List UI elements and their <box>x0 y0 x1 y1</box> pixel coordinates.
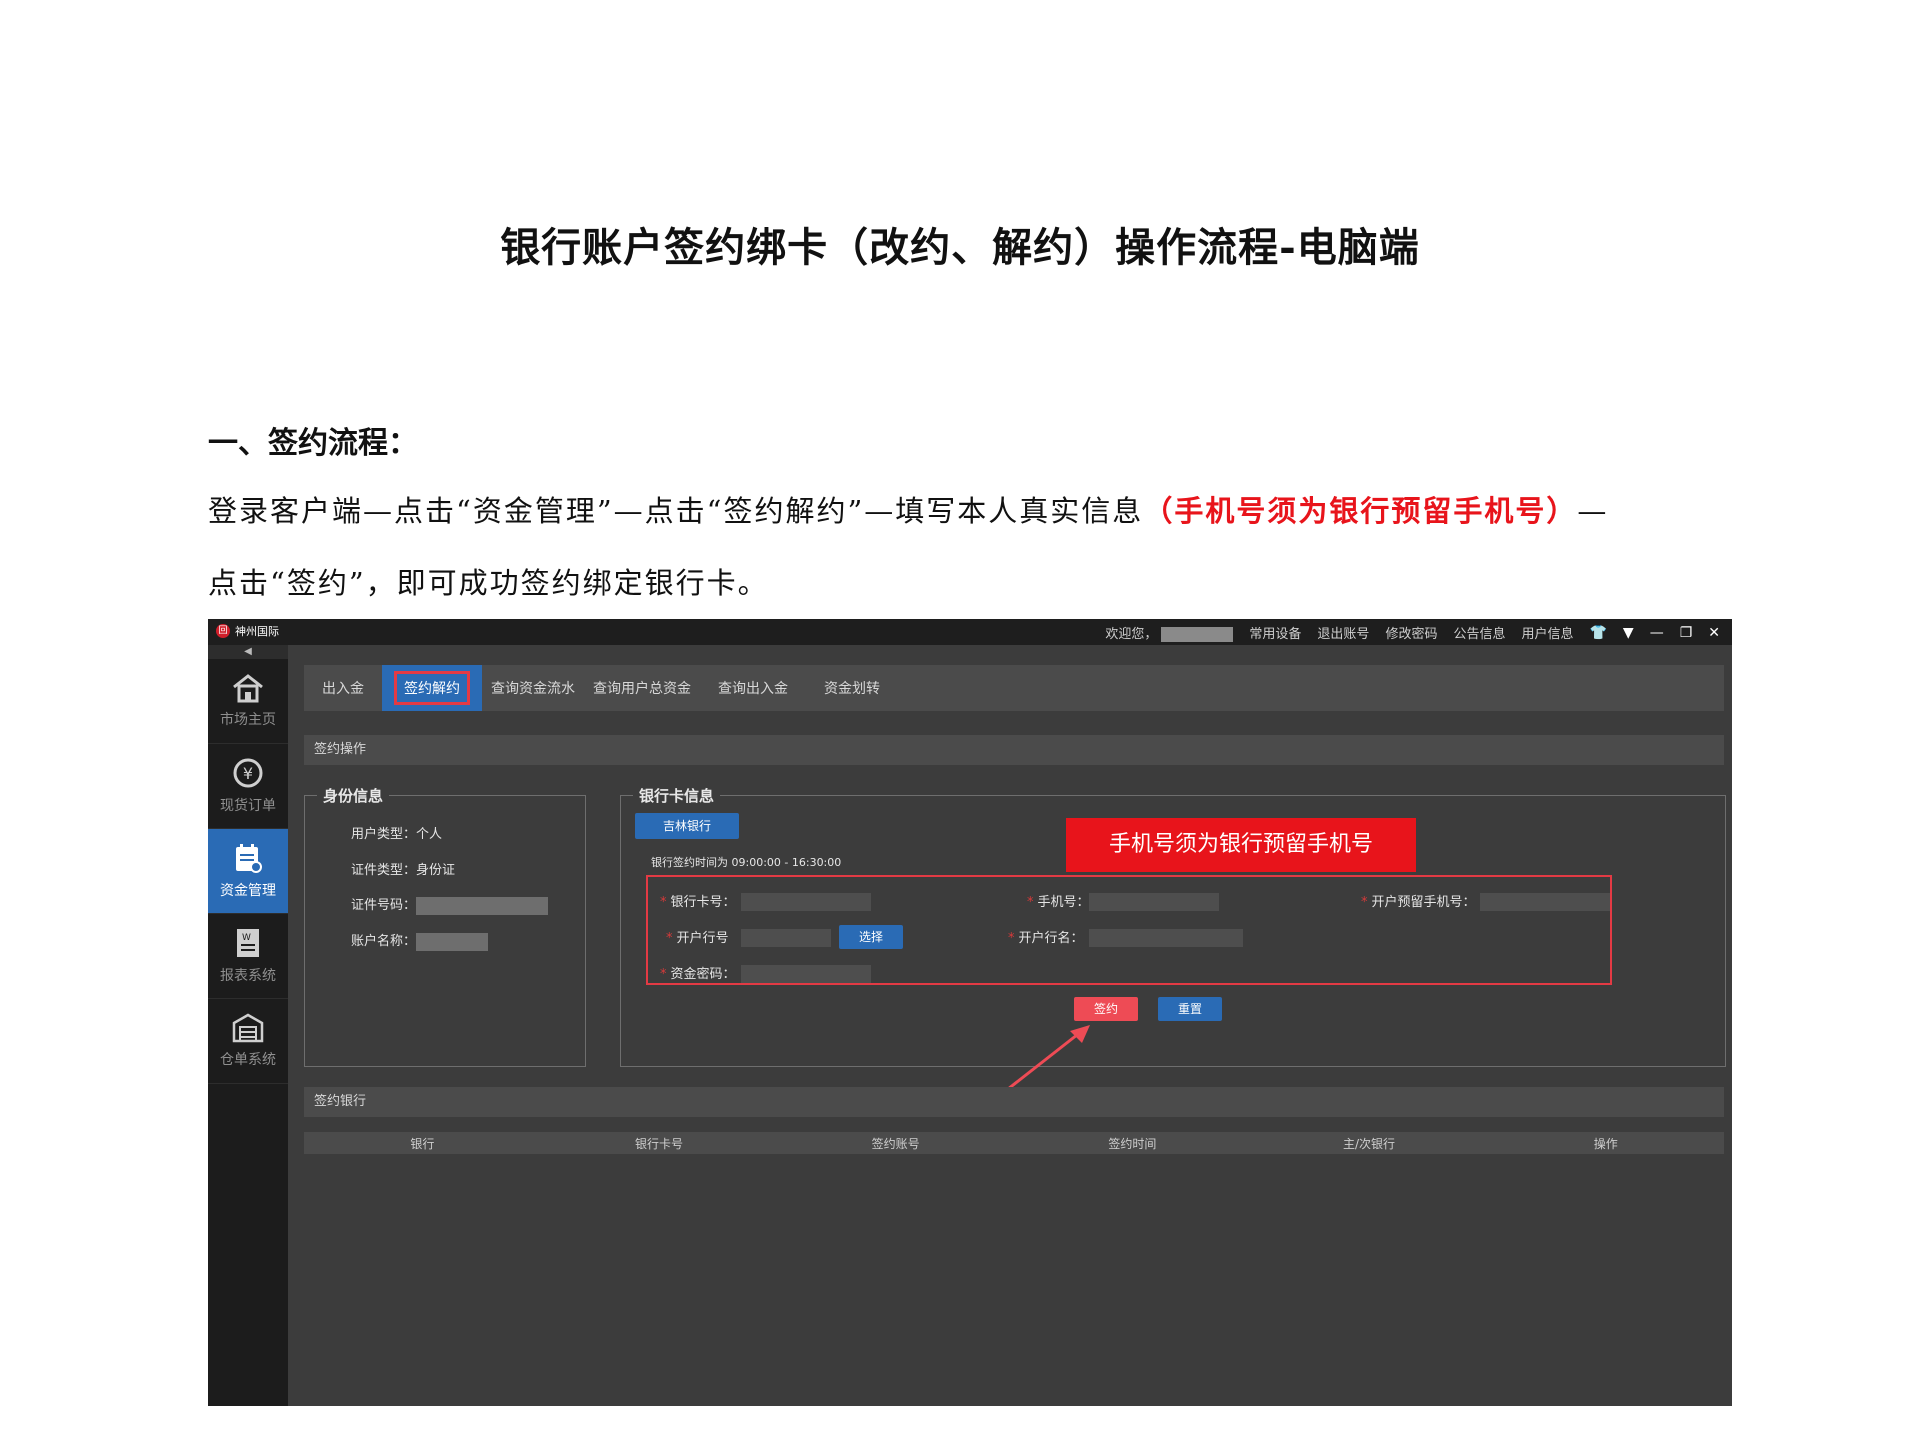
sign-panel-header: 签约操作 <box>304 735 1724 765</box>
brand: 回 神州国际 <box>216 623 279 639</box>
section-heading: 一、签约流程： <box>208 426 418 461</box>
svg-text:¥: ¥ <box>243 764 253 783</box>
card-no-input[interactable] <box>741 893 871 911</box>
link-common-devices[interactable]: 常用设备 <box>1249 623 1301 642</box>
user-type-row: 用户类型：个人 <box>351 827 443 842</box>
instruction-dash: — <box>1577 494 1609 528</box>
tab-sign[interactable]: 签约解约 <box>382 665 482 711</box>
instruction-text: 登录客户端—点击“资金管理”—点击“签约解约”—填写本人真实信息 <box>208 494 1144 528</box>
account-name-mask <box>416 932 489 951</box>
instruction-warning: （手机号须为银行预留手机号） <box>1143 494 1578 528</box>
collapse-arrow-icon[interactable]: ◀ <box>208 645 288 659</box>
window-controls: 👕 ▼ — ❐ ✕ <box>1589 625 1720 641</box>
link-user-info[interactable]: 用户信息 <box>1521 623 1573 642</box>
yen-icon: ¥ <box>232 757 264 789</box>
phone-label: * 手机号： <box>1027 895 1090 910</box>
document-title: 银行账户签约绑卡（改约、解约）操作流程-电脑端 <box>500 224 1420 271</box>
phone-warning-callout: 手机号须为银行预留手机号 <box>1066 818 1416 872</box>
fund-password-label: * 资金密码： <box>660 967 736 982</box>
branch-name-input[interactable] <box>1089 929 1243 947</box>
warehouse-icon <box>232 1013 264 1043</box>
select-branch-button[interactable]: 选择 <box>839 925 903 949</box>
instruction-line-2: 点击“签约”，即可成功签约绑定银行卡。 <box>208 566 769 600</box>
tab-total-funds[interactable]: 查询用户总资金 <box>584 665 700 711</box>
sidebar-item-label: 仓单系统 <box>220 1052 276 1068</box>
reserved-phone-input[interactable] <box>1480 893 1610 911</box>
reset-button[interactable]: 重置 <box>1158 997 1222 1021</box>
bank-select-button[interactable]: 吉林银行 <box>635 813 739 839</box>
signed-banks-header: 签约银行 <box>304 1087 1724 1117</box>
brand-logo-icon: 回 <box>216 624 230 638</box>
sign-time-note: 银行签约时间为 09:00:00 - 16:30:00 <box>651 856 842 869</box>
username-mask <box>1161 627 1234 642</box>
home-icon <box>231 673 265 703</box>
identity-legend: 身份信息 <box>317 785 390 806</box>
sidebar-item-market[interactable]: 市场主页 <box>208 659 288 744</box>
col-card-no: 银行卡号 <box>635 1136 684 1151</box>
branch-name-label: * 开户行名： <box>1008 931 1084 946</box>
bank-card-legend: 银行卡信息 <box>633 785 721 806</box>
brand-name: 神州国际 <box>235 625 279 638</box>
branch-no-input[interactable] <box>741 929 831 947</box>
cert-no-row: 证件号码： <box>351 894 549 915</box>
top-links: 欢迎您， 常用设备 退出账号 修改密码 公告信息 用户信息 👕 ▼ — ❐ ✕ <box>1105 623 1720 642</box>
tab-fund-flow[interactable]: 查询资金流水 <box>482 665 584 711</box>
skin-icon[interactable]: 👕 <box>1589 625 1606 641</box>
sidebar-item-orders[interactable]: ¥ 现货订单 <box>208 744 288 829</box>
tab-deposit-withdraw[interactable]: 出入金 <box>304 665 382 711</box>
col-actions: 操作 <box>1593 1136 1618 1151</box>
funds-main: 出入金 签约解约 查询资金流水 查询用户总资金 查询出入金 资金划转 <box>304 665 1724 711</box>
link-announcements[interactable]: 公告信息 <box>1453 623 1505 642</box>
title-bar: 回 神州国际 欢迎您， 常用设备 退出账号 修改密码 公告信息 用户信息 👕 ▼… <box>208 619 1732 645</box>
fund-password-input[interactable] <box>741 965 871 983</box>
identity-fieldset: 身份信息 用户类型：个人 证件类型：身份证 证件号码： 账户名称： <box>304 785 586 1067</box>
link-logout[interactable]: 退出账号 <box>1317 623 1369 642</box>
account-name-row: 账户名称： <box>351 930 489 951</box>
col-primary-bank: 主/次银行 <box>1343 1136 1396 1151</box>
branch-no-label: * 开户行号 <box>666 931 729 946</box>
report-icon: W <box>235 927 261 959</box>
reserved-phone-label: * 开户预留手机号： <box>1361 895 1476 910</box>
col-sign-account: 签约账号 <box>871 1136 920 1151</box>
sidebar: ◀ 市场主页 ¥ 现货订单 资金管理 W 报表系统 仓单系统 <box>208 645 288 1406</box>
col-bank: 银行 <box>410 1136 435 1151</box>
tab-query-transfers[interactable]: 查询出入金 <box>700 665 806 711</box>
calendar-money-icon <box>233 842 263 874</box>
dropdown-icon[interactable]: ▼ <box>1623 625 1634 641</box>
sidebar-item-warehouse[interactable]: 仓单系统 <box>208 999 288 1084</box>
client-screenshot: 回 神州国际 欢迎您， 常用设备 退出账号 修改密码 公告信息 用户信息 👕 ▼… <box>208 619 1732 1406</box>
svg-text:W: W <box>242 933 251 943</box>
tab-fund-transfer[interactable]: 资金划转 <box>806 665 898 711</box>
phone-input[interactable] <box>1089 893 1219 911</box>
tab-bar: 出入金 签约解约 查询资金流水 查询用户总资金 查询出入金 资金划转 <box>304 665 1724 711</box>
minimize-icon[interactable]: — <box>1650 625 1664 641</box>
cert-no-mask <box>416 896 549 915</box>
link-change-password[interactable]: 修改密码 <box>1385 623 1437 642</box>
card-no-label: * 银行卡号： <box>660 895 736 910</box>
pointer-arrow-icon <box>1007 1025 1090 1091</box>
instruction-line-1: 登录客户端—点击“资金管理”—点击“签约解约”—填写本人真实信息（手机号须为银行… <box>208 488 1608 530</box>
sidebar-item-label: 资金管理 <box>220 883 276 899</box>
sidebar-item-label: 现货订单 <box>220 798 276 814</box>
welcome-text: 欢迎您， <box>1105 623 1234 642</box>
cert-type-row: 证件类型：身份证 <box>351 863 456 878</box>
sidebar-item-reports[interactable]: W 报表系统 <box>208 914 288 999</box>
restore-icon[interactable]: ❐ <box>1680 625 1693 641</box>
sidebar-item-label: 市场主页 <box>220 712 276 728</box>
signed-banks-table-header: 银行 银行卡号 签约账号 签约时间 主/次银行 操作 <box>304 1132 1724 1154</box>
sidebar-item-funds[interactable]: 资金管理 <box>208 829 288 914</box>
sidebar-item-label: 报表系统 <box>220 968 276 984</box>
close-icon[interactable]: ✕ <box>1708 625 1720 641</box>
col-sign-time: 签约时间 <box>1108 1136 1157 1151</box>
